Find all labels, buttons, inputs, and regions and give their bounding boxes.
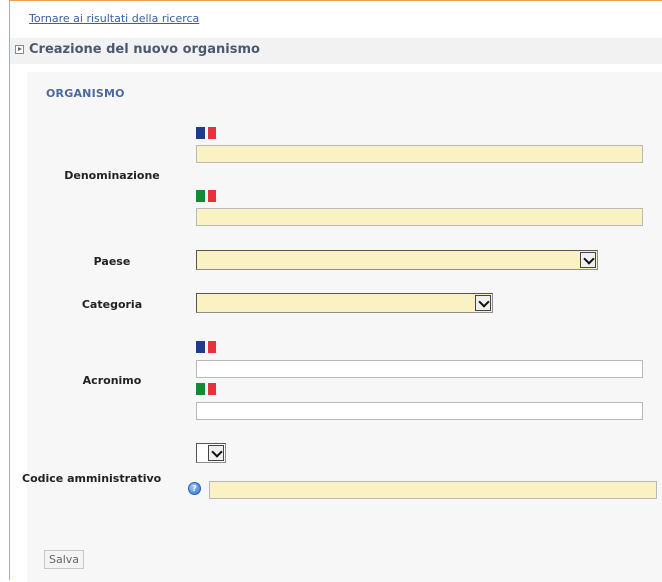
save-button[interactable]: Salva [44, 550, 84, 569]
codice-amministrativo-select[interactable] [196, 443, 226, 463]
denominazione-fr-input[interactable] [196, 145, 643, 163]
back-to-results-link[interactable]: Tornare ai risultati della ricerca [29, 12, 199, 25]
chevron-down-icon[interactable] [475, 295, 491, 311]
acronimo-label: Acronimo [82, 374, 142, 387]
chevron-down-icon[interactable] [580, 252, 596, 268]
denominazione-it-input[interactable] [196, 208, 643, 226]
categoria-select[interactable] [196, 293, 493, 313]
flag-fr-icon [196, 341, 217, 353]
flag-it-icon [196, 190, 217, 202]
expand-icon[interactable] [15, 45, 24, 54]
section-header[interactable]: Creazione del nuovo organismo [10, 38, 662, 64]
chevron-down-icon[interactable] [208, 445, 224, 461]
paese-select[interactable] [196, 250, 598, 270]
flag-fr-icon [196, 127, 217, 139]
acronimo-it-input[interactable] [196, 402, 643, 420]
denominazione-label: Denominazione [64, 169, 160, 182]
paese-label: Paese [93, 255, 131, 268]
flag-it-icon [196, 383, 217, 395]
codice-amministrativo-label: Codice amministrativo [22, 472, 162, 485]
form-subheading: ORGANISMO [46, 87, 125, 100]
categoria-label: Categoria [81, 298, 143, 311]
section-title: Creazione del nuovo organismo [29, 42, 260, 57]
help-icon[interactable]: ? [188, 482, 201, 495]
acronimo-fr-input[interactable] [196, 360, 643, 378]
codice-amministrativo-input[interactable] [209, 481, 657, 499]
